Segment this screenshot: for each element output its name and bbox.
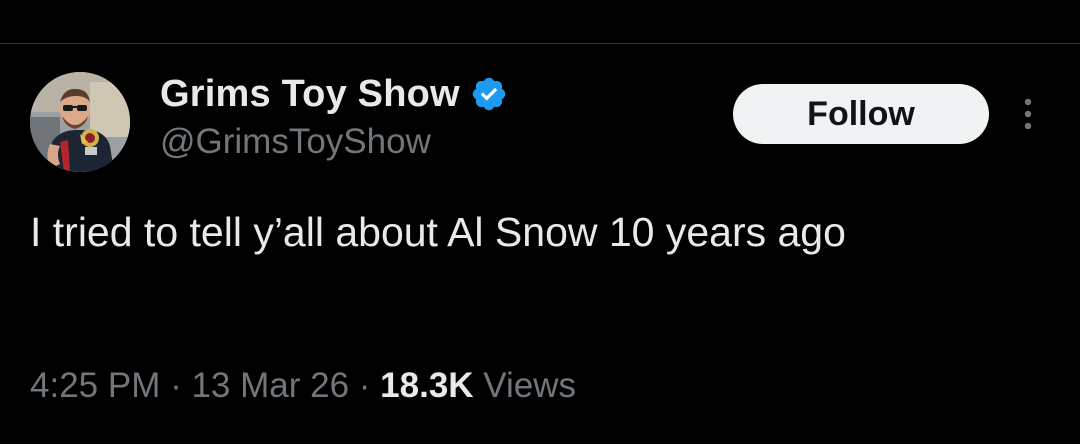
avatar-image (30, 72, 130, 172)
meta-separator: · (160, 366, 192, 405)
views-count[interactable]: 18.3K (380, 366, 473, 405)
tweet-date[interactable]: 13 Mar 26 (191, 366, 349, 405)
avatar[interactable] (30, 72, 130, 172)
more-vertical-icon[interactable] (1014, 94, 1042, 134)
verified-badge-icon[interactable] (470, 75, 508, 113)
author-info: Grims Toy Show @GrimsToyShow (160, 71, 508, 162)
views-label: Views (473, 366, 577, 405)
tweet-text: I tried to tell y’all about Al Snow 10 y… (30, 209, 846, 255)
tweet-time[interactable]: 4:25 PM (30, 366, 160, 405)
name-row: Grims Toy Show (160, 71, 508, 117)
header-divider (0, 43, 1080, 44)
tweet-meta: 4:25 PM · 13 Mar 26 · 18.3K Views (30, 366, 576, 406)
meta-separator: · (349, 366, 381, 405)
display-name[interactable]: Grims Toy Show (160, 73, 460, 116)
user-handle[interactable]: @GrimsToyShow (160, 122, 508, 162)
follow-button[interactable]: Follow (733, 84, 989, 144)
